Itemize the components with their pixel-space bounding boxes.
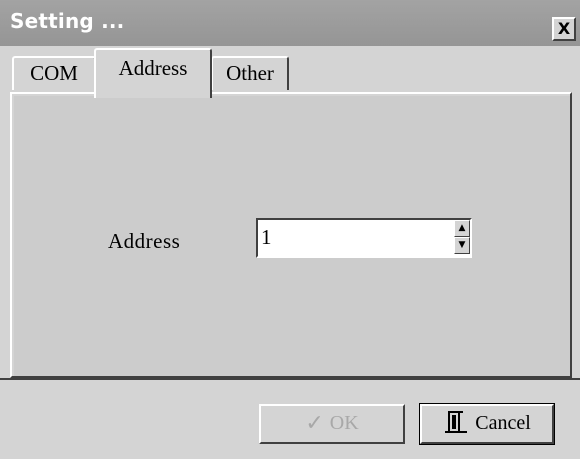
checkmark-icon: ✓ xyxy=(305,410,324,435)
cancel-button[interactable]: Cancel xyxy=(419,403,555,445)
door-exit-icon xyxy=(443,406,469,440)
window-title: Setting ... xyxy=(10,9,125,33)
separator xyxy=(0,378,580,380)
tab-strip: COM Other Address xyxy=(0,46,580,98)
arrow-down-icon: ▼ xyxy=(458,240,466,250)
spin-down-button[interactable]: ▼ xyxy=(454,237,470,254)
title-bar[interactable]: Setting ... X xyxy=(0,0,580,46)
close-button[interactable]: X xyxy=(552,17,576,41)
close-icon: X xyxy=(557,19,571,38)
ok-button[interactable]: ✓ OK xyxy=(259,404,405,444)
tab-address[interactable]: Address xyxy=(94,48,212,98)
arrow-up-icon: ▲ xyxy=(458,223,466,233)
address-spinner[interactable]: ▲ ▼ xyxy=(454,220,470,254)
address-input[interactable]: 1 xyxy=(256,218,472,258)
cancel-label: Cancel xyxy=(475,412,531,434)
ok-label: OK xyxy=(329,412,359,434)
tab-com[interactable]: COM xyxy=(12,56,96,90)
tab-other[interactable]: Other xyxy=(211,56,289,90)
address-label: Address xyxy=(108,229,181,253)
settings-dialog: Setting ... X COM Other Address Address … xyxy=(0,0,580,459)
spin-up-button[interactable]: ▲ xyxy=(454,220,470,237)
